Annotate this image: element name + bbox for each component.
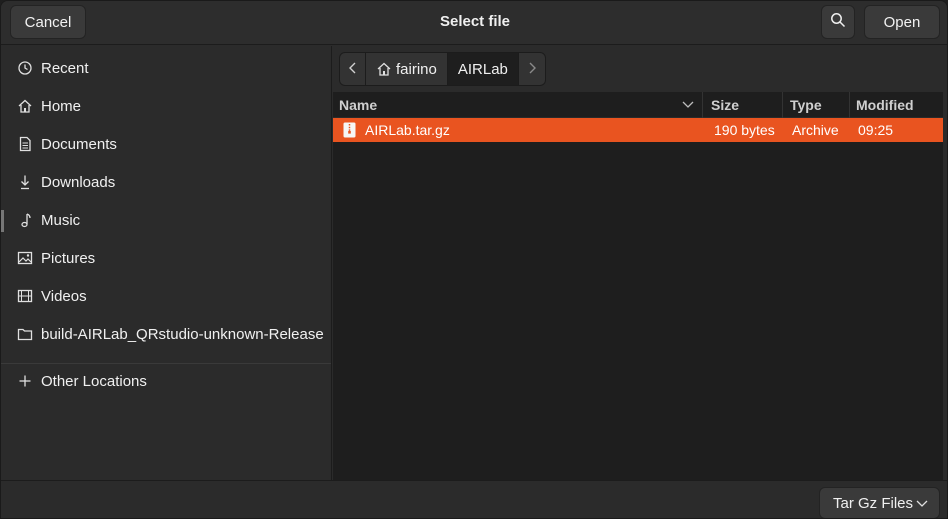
chevron-left-icon — [348, 61, 358, 78]
sidebar-item-label: Videos — [41, 287, 87, 305]
sidebar-item-label: Home — [41, 97, 82, 115]
open-button[interactable]: Open — [864, 5, 940, 39]
video-icon — [16, 287, 34, 305]
filter-label: Tar Gz Files — [833, 494, 914, 512]
path-bar: fairino AIRLab — [339, 52, 546, 86]
sidebar-item-label: Other Locations — [41, 372, 147, 390]
header-bar: Cancel Select file Open — [1, 1, 947, 45]
music-icon — [16, 211, 34, 229]
path-back-button[interactable] — [340, 53, 366, 85]
file-list: Name Size Type Modified AIRLab.tar.gz 19… — [333, 92, 947, 480]
places-sidebar: Recent Home Documents Downloads Music Pi… — [1, 46, 332, 480]
picture-icon — [16, 249, 34, 267]
path-segment-label: fairino — [396, 60, 437, 78]
home-icon — [16, 97, 34, 115]
file-type: Archive — [792, 122, 839, 138]
document-icon — [16, 135, 34, 153]
search-icon — [830, 12, 846, 32]
folder-icon — [16, 325, 34, 343]
sidebar-item-pictures[interactable]: Pictures — [1, 240, 331, 276]
column-header-modified[interactable]: Modified — [850, 92, 947, 118]
search-button[interactable] — [821, 5, 855, 39]
table-row[interactable]: AIRLab.tar.gz 190 bytes Archive 09:25 — [333, 118, 945, 142]
path-segment-current[interactable]: AIRLab — [447, 53, 519, 85]
list-header: Name Size Type Modified — [333, 92, 947, 118]
download-icon — [16, 173, 34, 191]
chevron-right-icon — [527, 61, 537, 78]
column-header-name[interactable]: Name — [333, 92, 703, 118]
sidebar-item-build-folder[interactable]: build-AIRLab_QRstudio-unknown-Release — [1, 316, 331, 352]
chevron-down-icon — [916, 499, 928, 508]
file-browser: fairino AIRLab Name Size Type Modified A… — [333, 46, 947, 480]
sidebar-item-home[interactable]: Home — [1, 88, 331, 124]
archive-file-icon — [343, 118, 356, 142]
sidebar-item-label: Pictures — [41, 249, 96, 267]
column-label: Name — [339, 97, 378, 113]
column-header-type[interactable]: Type — [784, 92, 850, 118]
file-name: AIRLab.tar.gz — [365, 122, 450, 138]
sidebar-item-documents[interactable]: Documents — [1, 126, 331, 162]
sidebar-item-label: Music — [41, 211, 81, 229]
file-modified: 09:25 — [858, 122, 894, 138]
sidebar-item-recent[interactable]: Recent — [1, 50, 331, 86]
column-label: Size — [711, 97, 740, 113]
column-label: Modified — [856, 97, 914, 113]
clock-icon — [16, 59, 34, 77]
file-filter-dropdown[interactable]: Tar Gz Files — [819, 487, 940, 518]
sidebar-item-videos[interactable]: Videos — [1, 278, 331, 314]
sidebar-item-label: Downloads — [41, 173, 116, 191]
sidebar-item-label: build-AIRLab_QRstudio-unknown-Release — [41, 325, 324, 343]
sidebar-item-downloads[interactable]: Downloads — [1, 164, 331, 200]
chevron-down-icon — [682, 100, 694, 109]
path-segment-home[interactable]: fairino — [366, 53, 448, 85]
home-icon — [376, 61, 392, 77]
path-forward-button[interactable] — [519, 53, 545, 85]
file-chooser-dialog: Cancel Select file Open Recent Home Docu… — [0, 0, 948, 519]
path-segment-label: AIRLab — [457, 60, 508, 78]
dialog-title: Select file — [439, 13, 511, 30]
sidebar-item-label: Documents — [41, 135, 117, 153]
sidebar-item-label: Recent — [41, 59, 89, 77]
column-header-size[interactable]: Size — [705, 92, 783, 118]
sidebar-item-music[interactable]: Music — [1, 202, 331, 238]
footer-bar: Tar Gz Files — [1, 480, 947, 518]
file-size: 190 bytes — [714, 122, 775, 138]
window-edge — [943, 46, 947, 480]
column-label: Type — [790, 97, 822, 113]
plus-icon — [16, 372, 34, 390]
sidebar-item-other-locations[interactable]: Other Locations — [1, 363, 331, 399]
